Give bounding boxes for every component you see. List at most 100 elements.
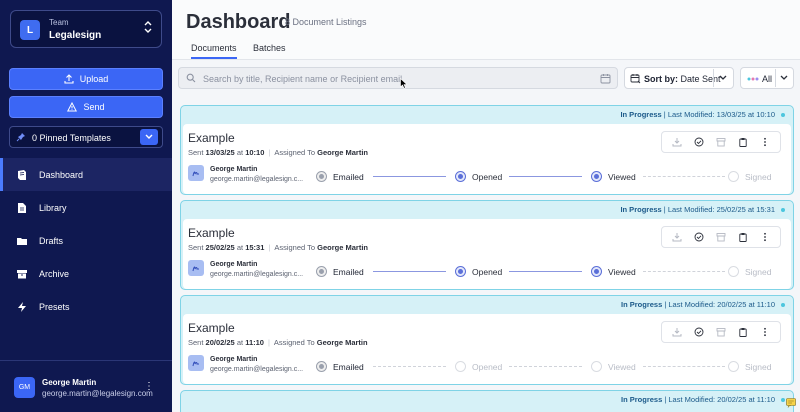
document-listing[interactable]: In Progress | Last Modified: 25/02/25 at… bbox=[180, 200, 794, 290]
step-emailed: Emailed bbox=[316, 361, 364, 372]
check-circle-icon[interactable] bbox=[694, 137, 704, 147]
listing-actions bbox=[661, 131, 781, 153]
check-circle-icon[interactable] bbox=[694, 232, 704, 242]
team-name: Legalesign bbox=[49, 30, 102, 41]
folder-icon bbox=[17, 237, 27, 245]
document-listing[interactable]: In Progress | Last Modified: 20/02/25 at… bbox=[180, 390, 794, 412]
sidebar-item-label: Library bbox=[39, 202, 67, 213]
download-icon[interactable] bbox=[672, 137, 682, 147]
more-vertical-icon[interactable] bbox=[760, 137, 770, 147]
more-vertical-icon[interactable] bbox=[760, 327, 770, 337]
sidebar-item-library[interactable]: Library bbox=[0, 191, 172, 224]
more-vertical-icon[interactable]: ⋮ bbox=[144, 381, 154, 392]
step-signed: Signed bbox=[728, 266, 771, 277]
archive-box-icon[interactable] bbox=[716, 232, 726, 242]
sort-calendar-icon bbox=[630, 74, 641, 84]
download-icon[interactable] bbox=[672, 327, 682, 337]
toolbar: Search by title, Recipient name or Recip… bbox=[178, 67, 794, 89]
page-title: Dashboard bbox=[186, 11, 291, 33]
chevron-up-down-icon bbox=[144, 21, 152, 34]
filter-value: All bbox=[762, 74, 773, 84]
document-meta: Sent 20/02/25 at 11:10 | Assigned To Georg… bbox=[188, 338, 368, 347]
step-viewed: Viewed bbox=[591, 171, 636, 182]
sort-select[interactable]: Sort by: Date Sent bbox=[624, 67, 734, 89]
step-connector bbox=[373, 271, 446, 272]
archive-icon bbox=[17, 269, 27, 278]
mouse-cursor-icon bbox=[400, 78, 408, 89]
main-content: Dashboard 8 Document Listings Documents … bbox=[172, 0, 800, 412]
document-name[interactable]: Example bbox=[188, 321, 235, 335]
check-circle-icon[interactable] bbox=[694, 327, 704, 337]
signature-icon bbox=[192, 171, 199, 177]
listing-status: In Progress | Last Modified: 13/03/25 at… bbox=[620, 110, 785, 119]
document-name[interactable]: Example bbox=[188, 226, 235, 240]
status-dots-icon bbox=[747, 77, 759, 81]
archive-box-icon[interactable] bbox=[716, 327, 726, 337]
user-name: George Martin bbox=[42, 378, 97, 387]
recipient-avatar bbox=[188, 165, 204, 181]
team-switcher[interactable]: L Team Legalesign bbox=[10, 10, 162, 48]
team-logo: L bbox=[20, 20, 40, 40]
pinned-dropdown-button[interactable] bbox=[140, 129, 158, 145]
chevron-down-icon bbox=[780, 75, 788, 80]
document-listing[interactable]: In Progress | Last Modified: 13/03/25 at… bbox=[180, 105, 794, 195]
sort-dropdown-button[interactable] bbox=[713, 69, 732, 87]
step-connector bbox=[509, 366, 582, 367]
user-profile[interactable]: GM George Martin george.martin@legalesig… bbox=[0, 360, 172, 412]
listing-actions bbox=[661, 321, 781, 343]
tab-batches[interactable]: Batches bbox=[253, 43, 286, 53]
recipient-email: george.martin@legalesign.c... bbox=[210, 366, 304, 373]
tab-documents[interactable]: Documents bbox=[191, 43, 237, 59]
sort-label: Sort by: bbox=[644, 74, 679, 84]
calendar-icon[interactable] bbox=[600, 73, 611, 84]
sidebar: L Team Legalesign Upload Send 0 Pinned T… bbox=[0, 0, 172, 412]
chevron-down-icon bbox=[719, 75, 727, 80]
search-icon bbox=[186, 73, 196, 83]
sidebar-item-dashboard[interactable]: Dashboard bbox=[0, 158, 172, 191]
step-viewed: Viewed bbox=[591, 266, 636, 277]
document-meta: Sent 25/02/25 at 15:31 | Assigned To Georg… bbox=[188, 243, 368, 252]
step-connector bbox=[643, 366, 725, 367]
listing-status: In Progress | Last Modified: 25/02/25 at… bbox=[620, 205, 785, 214]
pin-icon bbox=[16, 133, 25, 142]
sidebar-item-label: Archive bbox=[39, 268, 70, 279]
avatar: GM bbox=[14, 377, 35, 398]
step-signed: Signed bbox=[728, 361, 771, 372]
more-vertical-icon[interactable] bbox=[760, 232, 770, 242]
sidebar-item-archive[interactable]: Archive bbox=[0, 257, 172, 290]
feedback-icon[interactable] bbox=[786, 398, 796, 408]
step-opened: Opened bbox=[455, 171, 502, 182]
upload-button[interactable]: Upload bbox=[9, 68, 163, 90]
recipient-avatar bbox=[188, 355, 204, 371]
team-label: Team bbox=[49, 18, 69, 27]
pinned-templates[interactable]: 0 Pinned Templates bbox=[9, 126, 163, 148]
pinned-templates-label: 0 Pinned Templates bbox=[32, 133, 111, 143]
step-connector bbox=[509, 176, 582, 177]
document-icon bbox=[18, 202, 26, 213]
document-listing[interactable]: In Progress | Last Modified: 20/02/25 at… bbox=[180, 295, 794, 385]
upload-icon bbox=[64, 74, 74, 84]
clipboard-icon[interactable] bbox=[738, 232, 748, 242]
step-connector bbox=[643, 271, 725, 272]
listing-status: In Progress | Last Modified: 20/02/25 at… bbox=[621, 300, 785, 309]
listing-body: Example Sent 13/03/25 at 10:10 | Assigned … bbox=[183, 124, 791, 194]
archive-box-icon[interactable] bbox=[716, 137, 726, 147]
send-label: Send bbox=[83, 102, 105, 112]
status-filter-select[interactable]: All bbox=[740, 67, 794, 89]
sidebar-item-drafts[interactable]: Drafts bbox=[0, 224, 172, 257]
recipient-email: george.martin@legalesign.c... bbox=[210, 176, 304, 183]
document-name[interactable]: Example bbox=[188, 131, 235, 145]
clipboard-icon[interactable] bbox=[738, 137, 748, 147]
clipboard-icon[interactable] bbox=[738, 327, 748, 337]
warning-icon bbox=[67, 102, 78, 112]
document-meta: Sent 13/03/25 at 10:10 | Assigned To Georg… bbox=[188, 148, 368, 157]
send-button[interactable]: Send bbox=[9, 96, 163, 118]
search-input[interactable]: Search by title, Recipient name or Recip… bbox=[178, 67, 618, 89]
sidebar-nav: Dashboard Library Drafts Archive Presets bbox=[0, 158, 172, 323]
sidebar-item-presets[interactable]: Presets bbox=[0, 290, 172, 323]
recipient-name: George Martin bbox=[210, 166, 258, 173]
listing-status: In Progress | Last Modified: 20/02/25 at… bbox=[621, 395, 785, 404]
listing-count: 8 Document Listings bbox=[285, 17, 367, 27]
download-icon[interactable] bbox=[672, 232, 682, 242]
filter-dropdown-button[interactable] bbox=[775, 69, 792, 87]
